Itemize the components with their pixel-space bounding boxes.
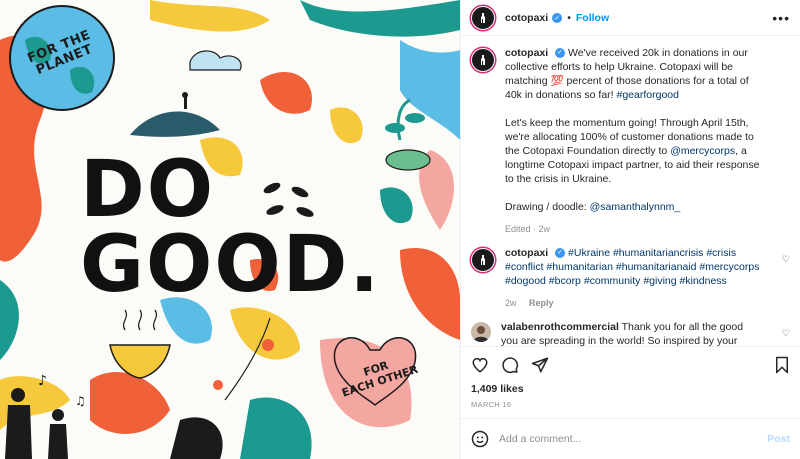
post-image[interactable]: ♪ ♫ FOR THE PLANET DO GOOD. FOR EACH OTH… (0, 0, 460, 459)
hundred-emoji-icon: 💯 (550, 75, 564, 87)
comment-meta: 2w Reply (505, 296, 765, 310)
svg-text:♪: ♪ (38, 373, 47, 389)
add-comment-bar: Add a comment... Post (461, 418, 800, 459)
comment: cotopaxi ✓ #Ukraine #humanitariancrisis … (471, 246, 790, 310)
add-comment-input[interactable]: Add a comment... (499, 433, 767, 445)
likes-count[interactable]: 1,409 likes (461, 383, 800, 398)
comment-body: cotopaxi ✓ #Ukraine #humanitariancrisis … (505, 246, 765, 310)
comment-avatar[interactable] (471, 322, 491, 342)
action-bar (461, 345, 800, 383)
headline-good: GOOD. (80, 220, 382, 310)
caption-body: cotopaxi ✓ We've received 20k in donatio… (505, 46, 765, 236)
comment-bubble-icon[interactable] (501, 356, 519, 374)
comment: valabenrothcommercial Thank you for all … (471, 320, 790, 346)
more-options-icon[interactable]: ••• (772, 10, 790, 26)
post-side-panel: cotopaxi ✓ • Follow ••• cotopaxi ✓ We've… (460, 0, 800, 459)
caption-meta: Edited · 2w (505, 222, 765, 236)
caption-text-p3a: Drawing / doodle: (505, 201, 590, 213)
llama-logo-icon (481, 12, 485, 23)
mention-samanthalynnm[interactable]: @samanthalynnm_ (590, 201, 681, 213)
caption-username[interactable]: cotopaxi (505, 47, 548, 59)
verified-badge-icon: ✓ (552, 12, 563, 23)
post-date: MARCH 16 (471, 399, 512, 409)
caption-time: 2w (538, 224, 551, 234)
follow-button[interactable]: Follow (576, 12, 609, 24)
mention-mercycorps[interactable]: @mercycorps (670, 145, 735, 157)
emoji-icon[interactable] (471, 430, 489, 448)
edited-label: Edited · 2w (505, 224, 551, 234)
comment-username[interactable]: valabenrothcommercial (501, 321, 619, 333)
separator-dot: • (567, 11, 571, 24)
caption: cotopaxi ✓ We've received 20k in donatio… (471, 46, 790, 236)
llama-logo-icon (481, 255, 485, 265)
edited-text: Edited (505, 224, 531, 234)
save-bookmark-icon[interactable] (774, 356, 790, 374)
comment-avatar[interactable] (471, 248, 495, 272)
like-heart-icon[interactable] (471, 356, 489, 374)
reply-button[interactable]: Reply (529, 298, 554, 308)
post-header: cotopaxi ✓ • Follow ••• (461, 0, 800, 36)
comment-time: 2w (505, 298, 517, 308)
share-send-icon[interactable] (531, 356, 549, 374)
avatar[interactable] (471, 5, 495, 30)
comment-username[interactable]: cotopaxi (505, 247, 548, 259)
like-comment-heart-icon[interactable]: ♡ (782, 328, 790, 339)
header-username[interactable]: cotopaxi (505, 12, 548, 24)
svg-text:♫: ♫ (75, 394, 86, 408)
verified-badge-icon: ✓ (555, 248, 566, 259)
profile-photo-icon (473, 326, 489, 342)
verified-badge-icon: ✓ (555, 48, 566, 59)
comments-list[interactable]: cotopaxi ✓ We've received 20k in donatio… (461, 36, 800, 346)
comment-body: valabenrothcommercial Thank you for all … (501, 320, 761, 346)
llama-logo-icon (481, 55, 485, 65)
headline-do: DO (80, 145, 216, 235)
like-comment-heart-icon[interactable]: ♡ (782, 254, 790, 265)
post-comment-button[interactable]: Post (767, 433, 790, 445)
caption-avatar[interactable] (471, 48, 495, 72)
hashtag-gearforgood[interactable]: #gearforgood (617, 89, 679, 101)
